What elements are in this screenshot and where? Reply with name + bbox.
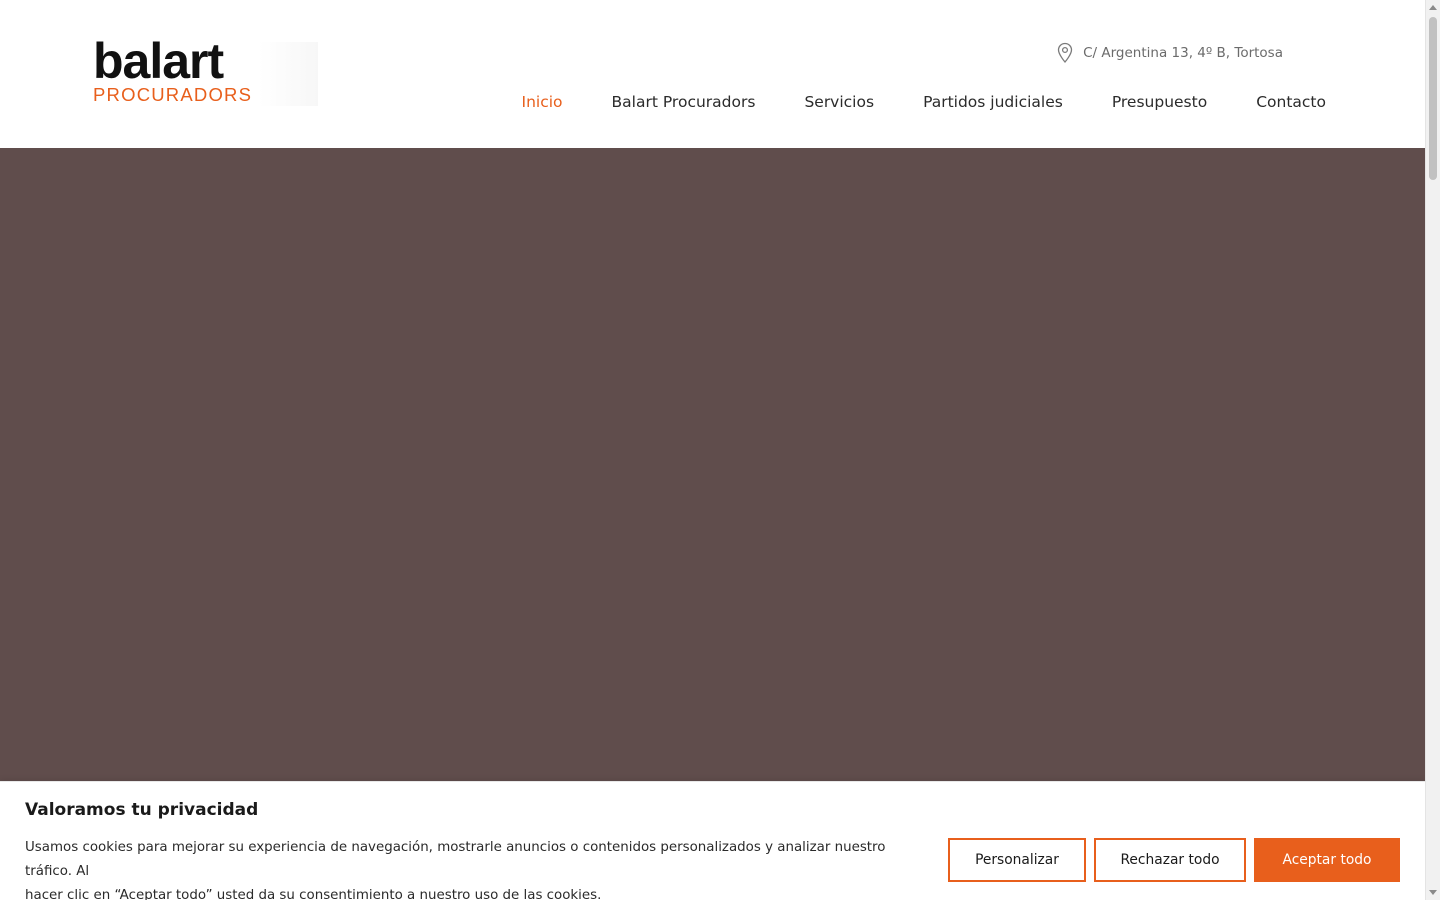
scroll-down-arrow-icon[interactable] xyxy=(1429,890,1437,895)
nav-item-partidos-judiciales[interactable]: Partidos judiciales xyxy=(923,93,1063,111)
logo-wordmark: balart xyxy=(93,33,224,89)
header-address: C/ Argentina 13, 4º B, Tortosa xyxy=(1055,42,1283,64)
customize-button[interactable]: Personalizar xyxy=(948,838,1086,882)
site-header: balart PROCURADORS C/ Argentina 13, 4º B… xyxy=(0,0,1425,148)
cookie-description-line-2: hacer clic en “Aceptar todo” usted da su… xyxy=(25,888,602,900)
reject-all-button[interactable]: Rechazar todo xyxy=(1094,838,1246,882)
main-nav: Inicio Balart Procuradors Servicios Part… xyxy=(473,88,1326,116)
site-logo[interactable]: balart PROCURADORS xyxy=(80,36,318,106)
nav-item-servicios[interactable]: Servicios xyxy=(804,93,874,111)
nav-item-inicio[interactable]: Inicio xyxy=(522,93,563,111)
nav-item-presupuesto[interactable]: Presupuesto xyxy=(1112,93,1207,111)
address-text: C/ Argentina 13, 4º B, Tortosa xyxy=(1083,45,1283,61)
nav-item-balart-procuradors[interactable]: Balart Procuradors xyxy=(612,93,756,111)
cookie-banner: Valoramos tu privacidad Usamos cookies p… xyxy=(0,781,1425,900)
scroll-up-arrow-icon[interactable] xyxy=(1429,5,1437,10)
page-scrollbar[interactable] xyxy=(1425,0,1440,900)
scrollbar-thumb[interactable] xyxy=(1429,17,1437,180)
nav-item-contacto[interactable]: Contacto xyxy=(1256,93,1326,111)
page: balart PROCURADORS C/ Argentina 13, 4º B… xyxy=(0,0,1440,900)
cookie-description-line-1: Usamos cookies para mejorar su experienc… xyxy=(25,840,886,879)
accept-all-button[interactable]: Aceptar todo xyxy=(1254,838,1400,882)
cookie-description: Usamos cookies para mejorar su experienc… xyxy=(25,836,925,900)
map-pin-icon xyxy=(1055,42,1075,64)
logo-subtitle: PROCURADORS xyxy=(93,84,253,105)
cookie-title: Valoramos tu privacidad xyxy=(25,800,259,820)
